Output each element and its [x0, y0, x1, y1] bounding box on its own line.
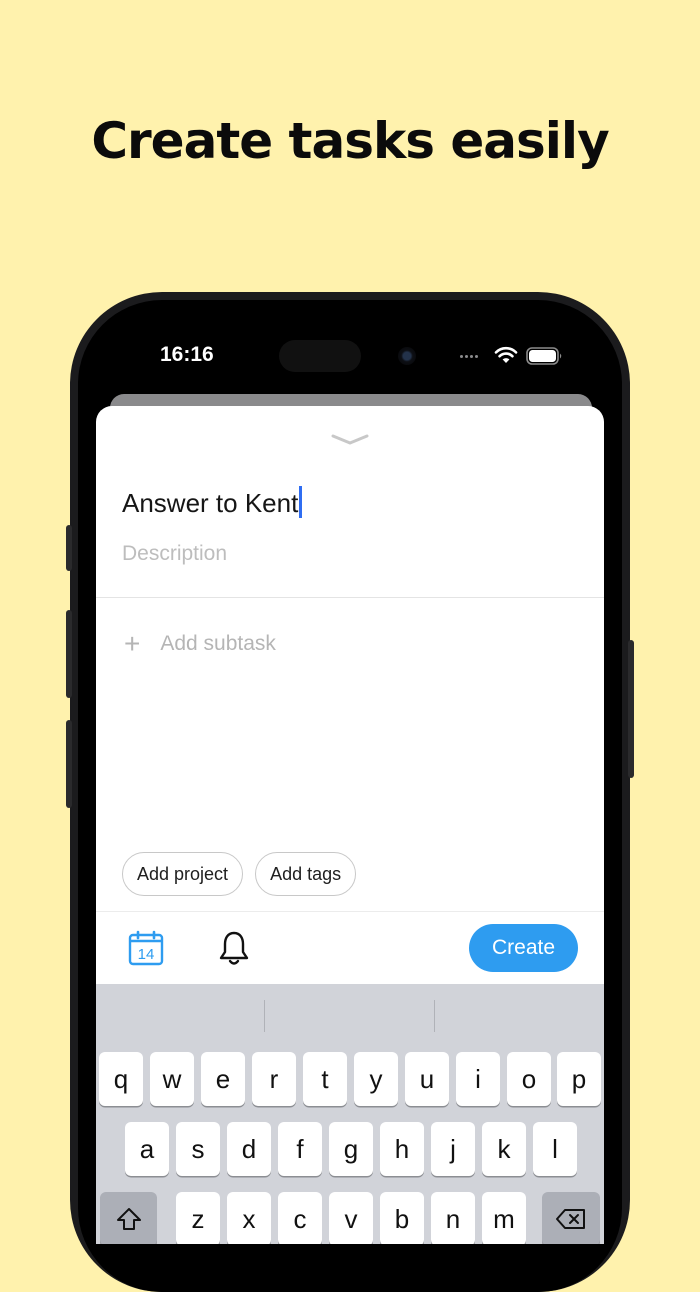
key[interactable]: u: [405, 1052, 449, 1106]
key[interactable]: j: [431, 1122, 475, 1176]
key[interactable]: e: [201, 1052, 245, 1106]
key[interactable]: g: [329, 1122, 373, 1176]
wifi-icon: [494, 346, 518, 363]
create-button[interactable]: Create: [469, 924, 578, 972]
key[interactable]: c: [278, 1192, 322, 1244]
suggestion-separator: [264, 1000, 265, 1032]
key[interactable]: a: [125, 1122, 169, 1176]
key[interactable]: d: [227, 1122, 271, 1176]
key[interactable]: p: [557, 1052, 601, 1106]
bell-icon[interactable]: [218, 930, 250, 966]
power-button: [628, 640, 634, 778]
add-tags-chip[interactable]: Add tags: [255, 852, 357, 896]
key[interactable]: l: [533, 1122, 577, 1176]
volume-down-button: [66, 720, 72, 808]
action-button: [66, 525, 72, 571]
key[interactable]: x: [227, 1192, 271, 1244]
headline: Create tasks easily: [91, 112, 609, 170]
calendar-day: 14: [138, 946, 155, 963]
description-input[interactable]: Description: [122, 542, 227, 566]
add-subtask-button[interactable]: + Add subtask: [124, 630, 276, 658]
key[interactable]: b: [380, 1192, 424, 1244]
task-title-input[interactable]: Answer to Kent: [122, 486, 303, 519]
camera-icon: [398, 347, 416, 365]
calendar-icon[interactable]: 14: [128, 930, 164, 966]
key[interactable]: h: [380, 1122, 424, 1176]
key[interactable]: o: [507, 1052, 551, 1106]
key[interactable]: q: [99, 1052, 143, 1106]
add-project-chip[interactable]: Add project: [122, 852, 244, 896]
shift-icon: [116, 1208, 141, 1230]
dynamic-island: [279, 340, 361, 372]
key[interactable]: m: [482, 1192, 526, 1244]
task-sheet: Answer to Kent Description + Add subtask…: [96, 406, 604, 1244]
key[interactable]: r: [252, 1052, 296, 1106]
key[interactable]: k: [482, 1122, 526, 1176]
text-cursor: [299, 486, 303, 518]
backspace-icon: [556, 1209, 585, 1229]
backspace-key[interactable]: [542, 1192, 600, 1244]
suggestion-separator: [434, 1000, 435, 1032]
battery-icon: [526, 347, 562, 365]
keyboard: q w e r t y u i o p a s d f g h j k l z …: [96, 984, 604, 1244]
shift-key[interactable]: [100, 1192, 157, 1244]
plus-icon: +: [124, 628, 141, 659]
chip-row: Add project Add tags: [122, 852, 357, 896]
chevron-down-icon[interactable]: [330, 432, 370, 448]
key[interactable]: z: [176, 1192, 220, 1244]
status-time: 16:16: [160, 343, 214, 366]
divider: [96, 597, 604, 598]
add-subtask-label: Add subtask: [160, 632, 276, 655]
toolbar-divider: [96, 911, 604, 912]
volume-up-button: [66, 610, 72, 698]
key[interactable]: v: [329, 1192, 373, 1244]
task-title-value: Answer to Kent: [122, 488, 299, 518]
key[interactable]: s: [176, 1122, 220, 1176]
key[interactable]: t: [303, 1052, 347, 1106]
key[interactable]: y: [354, 1052, 398, 1106]
key[interactable]: w: [150, 1052, 194, 1106]
key[interactable]: n: [431, 1192, 475, 1244]
key[interactable]: i: [456, 1052, 500, 1106]
cellular-signal-icon: [460, 355, 478, 358]
key[interactable]: f: [278, 1122, 322, 1176]
